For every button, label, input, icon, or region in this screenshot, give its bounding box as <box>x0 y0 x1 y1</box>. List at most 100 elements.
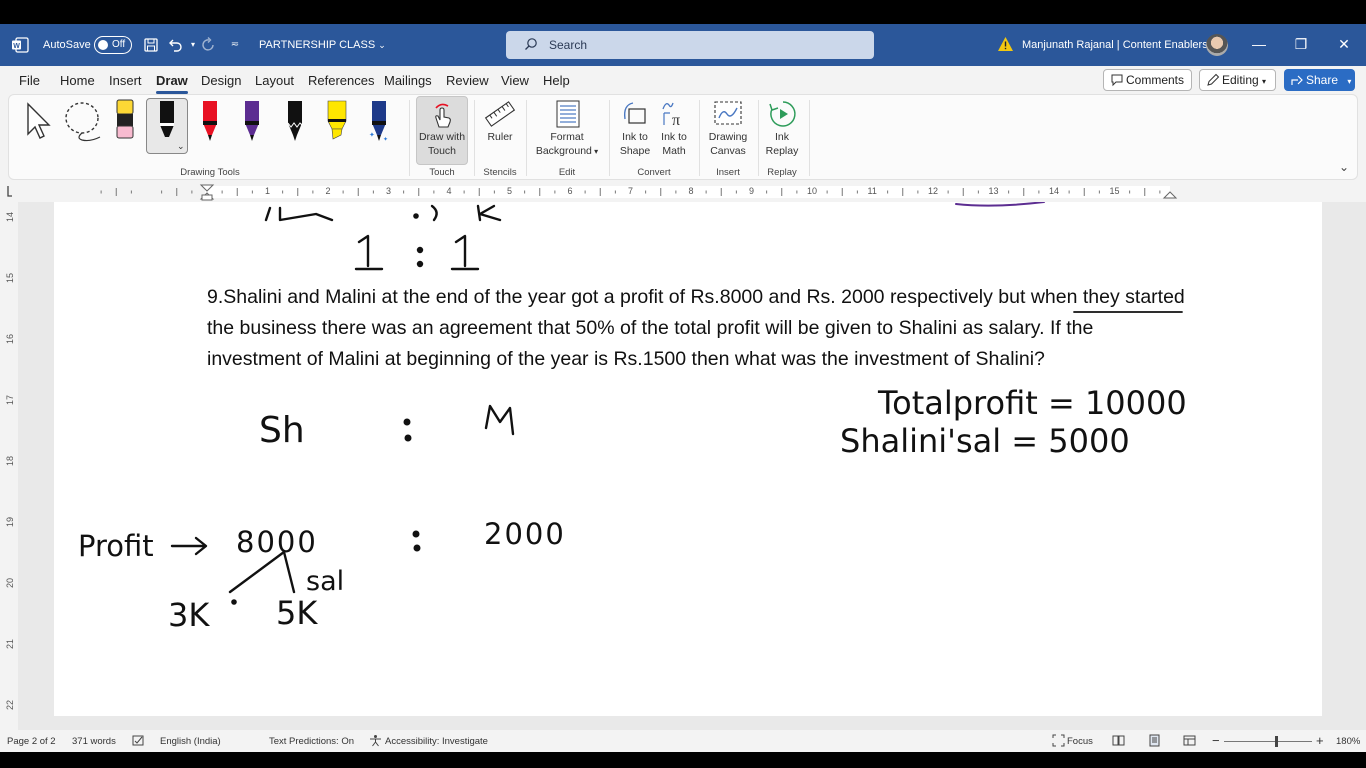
word-count[interactable]: 371 words <box>72 736 116 747</box>
word-app-icon[interactable]: W <box>12 37 29 53</box>
document-title[interactable]: PARTNERSHIP CLASS ⌄ <box>259 39 386 51</box>
pen-purple-icon[interactable] <box>239 99 265 143</box>
drawing-canvas-icon[interactable] <box>713 100 743 128</box>
tab-home[interactable]: Home <box>60 73 95 88</box>
comment-icon <box>1111 74 1123 87</box>
lasso-select-icon[interactable] <box>62 100 104 142</box>
group-label-stencils: Stencils <box>483 167 517 178</box>
accessibility-status[interactable]: Accessibility: Investigate <box>385 736 488 747</box>
separator <box>809 100 810 176</box>
zoom-level[interactable]: 180% <box>1336 736 1360 747</box>
eraser-icon[interactable] <box>112 98 138 142</box>
group-label-touch: Touch <box>429 167 455 178</box>
ink-replay-label-2: Replay <box>765 145 799 157</box>
redo-icon[interactable] <box>200 36 218 54</box>
collapse-ribbon-icon[interactable]: ⌄ <box>1339 160 1349 174</box>
vertical-ruler-number: 21 <box>5 639 15 650</box>
tab-design[interactable]: Design <box>201 73 241 88</box>
read-mode-icon[interactable] <box>1112 734 1125 747</box>
focus-label[interactable]: Focus <box>1067 736 1093 747</box>
draw-with-touch-icon[interactable] <box>430 100 454 130</box>
tab-review[interactable]: Review <box>446 73 489 88</box>
ruler-number: 15 <box>1109 186 1120 196</box>
tab-view[interactable]: View <box>501 73 529 88</box>
ink-to-math-button[interactable]: Ink to Math <box>653 130 695 158</box>
web-layout-icon[interactable] <box>1183 734 1196 747</box>
print-layout-icon[interactable] <box>1148 734 1161 747</box>
text-predictions[interactable]: Text Predictions: On <box>269 736 354 747</box>
ink-replay-icon[interactable] <box>768 99 798 129</box>
group-label-insert: Insert <box>716 167 740 178</box>
share-icon <box>1291 75 1303 85</box>
tab-references[interactable]: References <box>308 73 374 88</box>
search-placeholder: Search <box>549 38 588 52</box>
editing-mode-button[interactable]: Editing ▾ <box>1199 69 1276 91</box>
separator <box>699 100 700 176</box>
tab-mailings[interactable]: Mailings <box>384 73 432 88</box>
minimize-icon[interactable]: — <box>1249 34 1269 54</box>
pen-galaxy-icon[interactable]: ✦ ✦ <box>366 99 392 143</box>
tab-layout[interactable]: Layout <box>255 73 294 88</box>
close-icon[interactable]: ✕ <box>1334 34 1354 54</box>
ink-to-math-label-1: Ink to <box>661 131 687 143</box>
share-label: Share <box>1306 73 1339 87</box>
ruler-icon[interactable] <box>484 99 516 129</box>
warning-icon[interactable] <box>997 36 1014 52</box>
ink-to-math-icon[interactable]: π <box>660 99 688 129</box>
tab-insert[interactable]: Insert <box>109 73 142 88</box>
vertical-ruler-number: 22 <box>5 700 15 711</box>
page-count[interactable]: Page 2 of 2 <box>7 736 56 747</box>
save-icon[interactable] <box>142 36 160 54</box>
user-name[interactable]: Manjunath Rajanal | Content Enablers <box>1022 39 1208 51</box>
ruler-number: 10 <box>807 186 818 196</box>
format-background-button[interactable]: Format Background ▾ <box>530 130 604 159</box>
zoom-slider-track[interactable] <box>1224 741 1312 742</box>
ruler-number: 7 <box>628 186 634 196</box>
pen-calligraphy-icon[interactable] <box>282 99 308 143</box>
ruler-number: 8 <box>688 186 694 196</box>
svg-text:π: π <box>672 112 680 129</box>
select-arrow-icon[interactable] <box>24 100 54 142</box>
zoom-slider-thumb[interactable] <box>1275 736 1278 747</box>
document-page[interactable]: 9.Shalini and Malini at the end of the y… <box>54 202 1322 716</box>
ruler-number: 9 <box>749 186 755 196</box>
autosave-toggle[interactable]: Off <box>94 36 132 54</box>
language[interactable]: English (India) <box>160 736 221 747</box>
pen-red-icon[interactable] <box>197 99 223 143</box>
vertical-ruler-number: 17 <box>5 395 15 406</box>
ink-replay-button[interactable]: Ink Replay <box>760 130 804 158</box>
ruler-number: 5 <box>507 186 513 196</box>
scroll-gutter[interactable] <box>1322 202 1366 730</box>
ink-to-shape-icon[interactable] <box>621 99 649 129</box>
group-label-edit: Edit <box>558 167 576 178</box>
restore-icon[interactable]: ❐ <box>1291 34 1311 54</box>
share-button[interactable]: Share ▾ <box>1284 69 1355 91</box>
draw-with-touch-label-2: Touch <box>427 145 457 157</box>
drawing-canvas-button[interactable]: Drawing Canvas <box>702 130 754 158</box>
tab-help[interactable]: Help <box>543 73 570 88</box>
ink-annotations[interactable]: Sh Totalprofit = 10000 Shalini'sal = 500… <box>54 202 1322 716</box>
avatar[interactable] <box>1206 34 1228 56</box>
customize-toolbar-icon[interactable]: ≂ <box>226 36 244 54</box>
search-box[interactable]: Search <box>506 31 874 59</box>
tab-draw[interactable]: Draw <box>156 73 188 94</box>
proofing-icon[interactable] <box>132 734 145 747</box>
zoom-out-icon[interactable]: − <box>1212 733 1220 748</box>
pen-dropdown-icon[interactable]: ⌄ <box>177 141 185 152</box>
focus-icon[interactable] <box>1052 734 1065 747</box>
undo-icon[interactable] <box>166 36 184 54</box>
pen-black-icon[interactable] <box>154 99 180 143</box>
horizontal-ruler: 1 2 3 4 5 6 7 8 9 10 11 12 13 14 15 <box>0 182 1366 202</box>
highlighter-yellow-icon[interactable] <box>324 99 350 143</box>
format-background-label-1: Format <box>550 131 584 143</box>
comments-button[interactable]: Comments <box>1103 69 1192 91</box>
accessibility-icon[interactable] <box>369 734 382 747</box>
format-background-icon[interactable] <box>554 99 582 129</box>
tab-file[interactable]: File <box>19 73 40 88</box>
ink-to-shape-label-1: Ink to <box>622 131 648 143</box>
ruler-label: Ruler <box>487 131 513 143</box>
zoom-in-icon[interactable]: + <box>1316 733 1324 748</box>
ruler-button[interactable]: Ruler <box>478 130 522 144</box>
ink-to-shape-button[interactable]: Ink to Shape <box>614 130 656 158</box>
draw-with-touch-button[interactable]: Draw with Touch <box>416 130 468 158</box>
